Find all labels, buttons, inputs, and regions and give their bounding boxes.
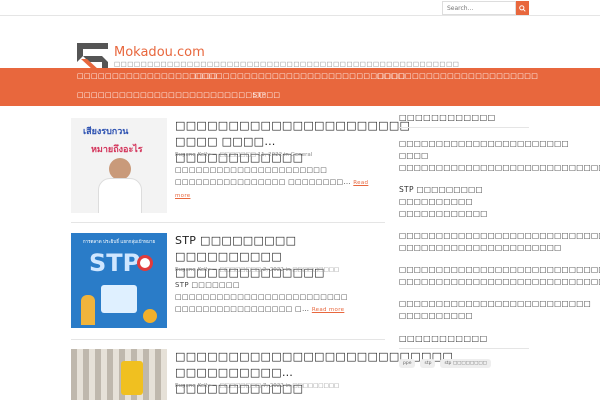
- meta-in: in: [283, 152, 289, 158]
- widget-title-tags: □□□□□□□□□□□: [399, 334, 529, 349]
- article-excerpt: STP □□□□□□□ □□□□□□□□□□□□□□□□□□□□□□□□□ □□…: [175, 279, 385, 316]
- site-title[interactable]: Mokadou.com: [114, 45, 205, 60]
- divider: [71, 222, 385, 223]
- thumb-text-line-1: เสียงรบกวน: [83, 127, 129, 137]
- post-date: □□□□□□□□ 2, 2022: [219, 267, 284, 273]
- sidebar-link[interactable]: STP □□□□□□□□□ □□□□□□□□□□ □□□□□□□□□□□□: [399, 184, 529, 220]
- nav-item-4[interactable]: □□□□□□□□□□□□□□□□□□□□□□□□□□□□□: [77, 91, 280, 99]
- sidebar-link[interactable]: □□□□□□□□□□□□□□□□□□□□□□□□□□□□□ □□□□□□□□□□…: [399, 230, 600, 254]
- sidebar-link[interactable]: □□□□□□□□□□□□□□□□□□□□□□□□□□ □□□□□□□□□□: [399, 298, 591, 322]
- article-excerpt: □□□□□□□□□□□□□□□□□□□□□□ □□□□□□□□□□□□□□□□ …: [175, 164, 385, 202]
- tag-link[interactable]: stp □□□□□□□□: [440, 359, 491, 368]
- tag-cloud: ppe stp stp □□□□□□□□: [399, 359, 529, 368]
- post-date: □□□□□□□ 11, 2022: [219, 152, 283, 158]
- search-input[interactable]: [442, 1, 516, 15]
- multimeter-graphic: [121, 361, 143, 395]
- article-meta: Eugene Kelly — □□□□□□□□ 2, 2022 in □□□□□…: [175, 267, 339, 273]
- sidebar-link[interactable]: □□□□□□□□□□□□□□□□□□□□□□□□□□□□ □□□□□□□□□□□…: [399, 264, 600, 288]
- category-link[interactable]: General: [291, 152, 313, 158]
- thumb-text-line-2: หมายถึงอะไร: [91, 145, 143, 155]
- main-nav: □□□□□□□□□□□□□□□□□□□□ □□□□□□□□□□□□□□□□□□□…: [0, 68, 600, 106]
- thumb-caption: การตลาด ประยิบธิ์ แยกกลุ่มเป้าหมาย: [82, 240, 156, 245]
- person-head: [109, 158, 131, 180]
- coin-graphic: [143, 309, 157, 323]
- meta-sep: —: [212, 383, 218, 389]
- article-title[interactable]: STP □□□□□□□□□ □□□□□□□□□□ □□□□□□□□□□□□□□: [175, 233, 385, 281]
- read-more-link[interactable]: Read more: [312, 307, 345, 313]
- article-title[interactable]: □□□□□□□□□□□□□□□□□□□□□□□□□□ □□□□□□□□□□… □…: [175, 349, 453, 397]
- search-icon: [519, 4, 526, 12]
- top-bar: [0, 0, 600, 16]
- article-thumbnail[interactable]: [71, 349, 167, 400]
- nav-item-3[interactable]: □□□□□□□□□□□□□□□□□□□□□□□: [377, 72, 538, 80]
- laptop-graphic: [101, 285, 137, 313]
- target-icon: [137, 255, 153, 271]
- meta-sep: —: [212, 267, 218, 273]
- sidebar: □□□□□□□□□□□□ □□□□□□□□□□□□□□□□□□□□□□□ □□□…: [399, 113, 600, 368]
- nav-item-2[interactable]: □□□□□□□□□□□□□□□□□□□□□□□□□□□□□□: [195, 72, 405, 80]
- excerpt-text: □□□□□□□□□□□□□□□□□□□□□□ □□□□□□□□□□□□□□□□ …: [175, 166, 351, 186]
- tag-link[interactable]: ppe: [399, 359, 416, 368]
- site-header: Mokadou.com □□□□□□□□□□□□□□□□□□□□□□□□□□□□…: [0, 16, 600, 74]
- person-graphic: [81, 295, 95, 325]
- thumb-stp-text: STP: [89, 249, 141, 277]
- widget-title-recent-posts: □□□□□□□□□□□□: [399, 113, 529, 128]
- meta-in: in: [285, 267, 291, 273]
- search-form: [442, 1, 529, 15]
- meta-in: in: [285, 383, 291, 389]
- search-button[interactable]: [516, 1, 529, 15]
- article-title[interactable]: □□□□□□□□□□□□□□□□□□□□□□ □□□□ □□□□… □□□□□□…: [175, 118, 410, 166]
- category-link[interactable]: □□□□□□□□□: [292, 383, 339, 389]
- author-link[interactable]: Eugene Kelly: [175, 152, 210, 158]
- nav-item-stp[interactable]: STP: [253, 91, 266, 99]
- tag-link[interactable]: stp: [420, 359, 436, 368]
- post-date: □□□□□□□□ 7, 2022: [219, 383, 284, 389]
- site-tagline: □□□□□□□□□□□□□□□□□□□□□□□□□□□□□□□□□□□□□□□□…: [114, 60, 460, 68]
- article-thumbnail[interactable]: การตลาด ประยิบธิ์ แยกกลุ่มเป้าหมาย STP: [71, 233, 167, 328]
- article-meta: Eugene Kelly — □□□□□□□ 11, 2022 in Gener…: [175, 152, 312, 158]
- divider: [71, 339, 385, 340]
- article-thumbnail[interactable]: เสียงรบกวน หมายถึงอะไร: [71, 118, 167, 213]
- person-body: [98, 178, 142, 213]
- category-link[interactable]: □□□□□□□□□: [292, 267, 339, 273]
- sidebar-link[interactable]: □□□□□□□□□□□□□□□□□□□□□□□ □□□□ □□□□□□□□□□□…: [399, 138, 600, 174]
- breaker-panel-graphic: [71, 349, 167, 400]
- meta-sep: —: [212, 152, 218, 158]
- article-meta: Eugene Kelly — □□□□□□□□ 7, 2022 in □□□□□…: [175, 383, 339, 389]
- author-link[interactable]: Eugene Kelly: [175, 267, 210, 273]
- author-link[interactable]: Eugene Kelly: [175, 383, 210, 389]
